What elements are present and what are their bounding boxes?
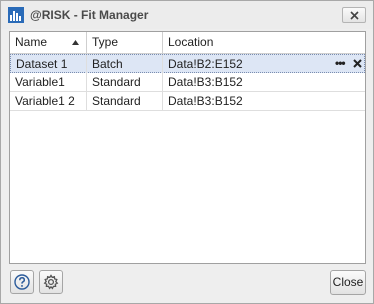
fits-grid: Name Type Location Dataset 1 Batch Data!… xyxy=(9,31,366,264)
grid-header: Name Type Location xyxy=(10,32,365,54)
cell-location: Data!B2:E152 xyxy=(168,57,243,71)
table-row[interactable]: Dataset 1 Batch Data!B2:E152 ••• xyxy=(10,54,365,73)
more-options-button[interactable]: ••• xyxy=(335,57,346,69)
fit-manager-window: @RISK - Fit Manager Name Type Location D… xyxy=(0,0,374,304)
sort-ascending-icon xyxy=(72,40,79,45)
cell-location: Data!B3:B152 xyxy=(168,94,243,108)
title-bar: @RISK - Fit Manager xyxy=(1,1,373,29)
cell-name: Variable1 xyxy=(10,73,87,91)
window-title: @RISK - Fit Manager xyxy=(30,8,149,22)
cell-name: Variable1 2 xyxy=(10,92,87,110)
cell-type: Standard xyxy=(87,73,163,91)
close-icon xyxy=(350,11,359,20)
close-button[interactable]: Close xyxy=(330,270,366,295)
column-header-type[interactable]: Type xyxy=(87,32,163,53)
table-row[interactable]: Variable1 2 Standard Data!B3:B152 xyxy=(10,92,365,111)
column-header-label: Name xyxy=(15,35,48,49)
cell-type: Batch xyxy=(87,55,163,73)
column-header-location[interactable]: Location xyxy=(163,32,365,53)
cell-name: Dataset 1 xyxy=(11,55,87,73)
table-row[interactable]: Variable1 Standard Data!B3:B152 xyxy=(10,73,365,92)
risk-chart-icon xyxy=(8,7,24,23)
column-header-name[interactable]: Name xyxy=(10,32,87,53)
settings-icon xyxy=(43,274,59,290)
window-close-button[interactable] xyxy=(342,7,366,23)
cell-type: Standard xyxy=(87,92,163,110)
help-icon xyxy=(14,274,30,290)
help-button[interactable] xyxy=(10,270,34,294)
settings-button[interactable] xyxy=(39,270,63,294)
column-header-label: Location xyxy=(168,35,214,49)
column-header-label: Type xyxy=(92,35,119,49)
close-icon[interactable] xyxy=(353,59,362,68)
cell-location: Data!B3:B152 xyxy=(168,75,243,89)
